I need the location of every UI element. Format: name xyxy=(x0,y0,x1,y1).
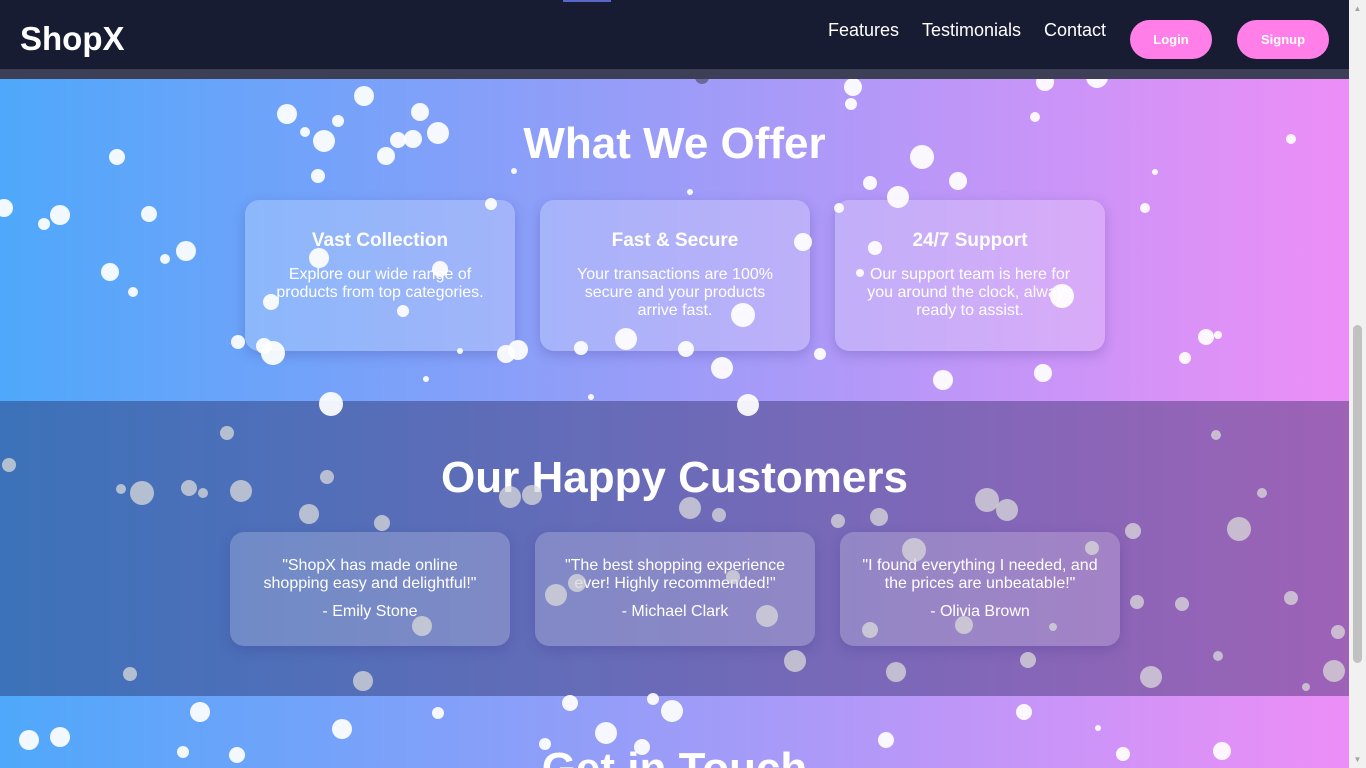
feature-card-title: Fast & Secure xyxy=(611,230,739,251)
scroll-up-arrow-icon[interactable]: ▲ xyxy=(1349,0,1366,17)
page: What We Offer Vast Collection Explore ou… xyxy=(0,0,1349,768)
testimonial-author: - Emily Stone xyxy=(322,603,418,620)
nav-link-contact[interactable]: Contact xyxy=(1044,20,1106,41)
testimonial-quote: "I found everything I needed, and the pr… xyxy=(862,557,1098,592)
feature-card-support: 24/7 Support Our support team is here fo… xyxy=(835,200,1105,351)
feature-card-vast-collection: Vast Collection Explore our wide range o… xyxy=(245,200,515,351)
scroll-down-arrow-icon[interactable]: ▼ xyxy=(1349,751,1366,768)
features-section: What We Offer Vast Collection Explore ou… xyxy=(0,79,1349,401)
nav-link-features[interactable]: Features xyxy=(828,20,899,41)
testimonial-card-olivia: "I found everything I needed, and the pr… xyxy=(840,532,1120,646)
nav-accent-bar xyxy=(563,0,611,2)
testimonial-card-michael: "The best shopping experience ever! High… xyxy=(535,532,815,646)
contact-title: Get in Touch xyxy=(0,744,1349,768)
testimonial-quote: "ShopX has made online shopping easy and… xyxy=(263,557,477,592)
login-button[interactable]: Login xyxy=(1130,20,1212,59)
testimonial-card-emily: "ShopX has made online shopping easy and… xyxy=(230,532,510,646)
feature-card-text: Our support team is here for you around … xyxy=(867,266,1073,319)
testimonial-author: - Olivia Brown xyxy=(930,603,1030,620)
vertical-scrollbar[interactable]: ▲ ▼ xyxy=(1349,0,1366,768)
feature-card-title: 24/7 Support xyxy=(912,230,1028,251)
feature-card-text: Explore our wide range of products from … xyxy=(276,266,484,301)
scroll-thumb[interactable] xyxy=(1353,325,1362,663)
testimonial-quote: "The best shopping experience ever! High… xyxy=(564,557,786,592)
feature-card-fast-secure: Fast & Secure Your transactions are 100%… xyxy=(540,200,810,351)
testimonial-author: - Michael Clark xyxy=(621,603,729,620)
logo[interactable]: ShopX xyxy=(20,20,125,58)
testimonials-title: Our Happy Customers xyxy=(441,453,908,502)
contact-section: Get in Touch xyxy=(0,696,1349,768)
features-title: What We Offer xyxy=(523,119,826,168)
feature-card-text: Your transactions are 100% secure and yo… xyxy=(577,266,773,319)
nav-link-testimonials[interactable]: Testimonials xyxy=(922,20,1021,41)
feature-card-title: Vast Collection xyxy=(311,230,449,251)
testimonials-section: Our Happy Customers "ShopX has made onli… xyxy=(0,401,1349,696)
navbar: ShopX Features Testimonials Contact Logi… xyxy=(0,0,1349,79)
signup-button[interactable]: Signup xyxy=(1237,20,1329,59)
